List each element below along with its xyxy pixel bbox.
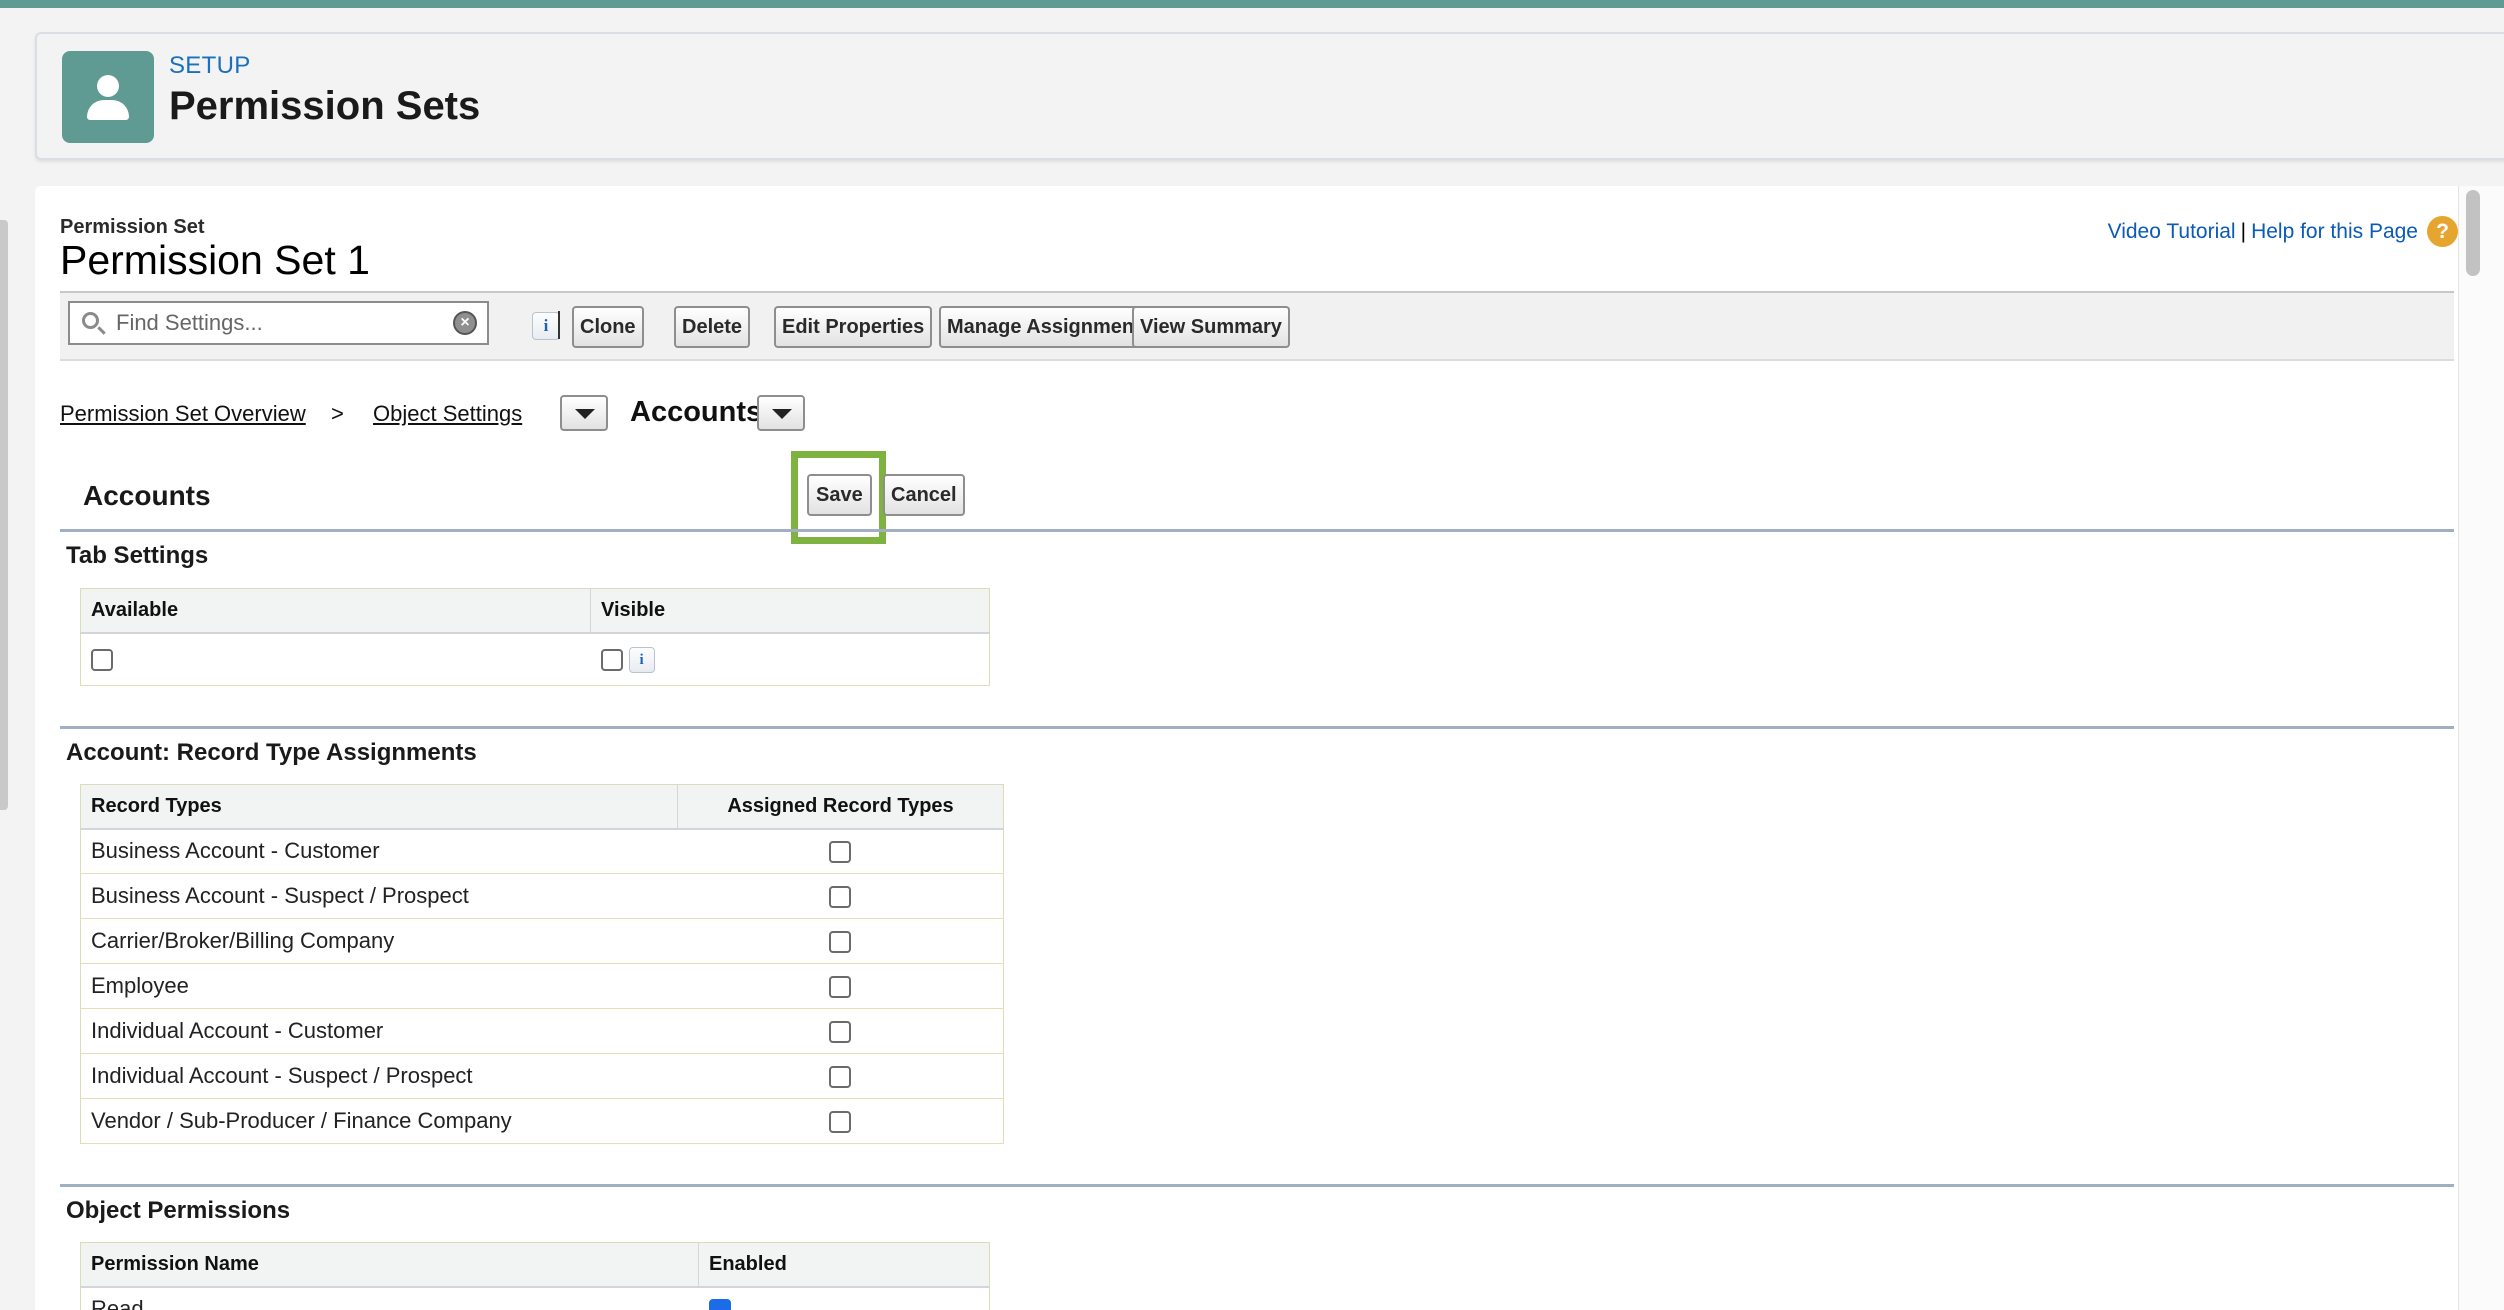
table-row: Employee	[80, 963, 1004, 1009]
scrollbar-thumb[interactable]	[2466, 190, 2480, 276]
setup-header: SETUP Permission Sets	[35, 32, 2504, 160]
tab-settings-title: Tab Settings	[66, 542, 209, 569]
col-assigned-record-types: Assigned Record Types	[677, 784, 1004, 830]
help-separator: |	[2240, 220, 2247, 243]
search-input[interactable]	[116, 306, 446, 340]
col-record-types: Record Types	[80, 784, 678, 830]
view-summary-button[interactable]: View Summary	[1132, 306, 1290, 348]
object-permissions-title: Object Permissions	[66, 1197, 291, 1224]
save-button[interactable]: Save	[807, 474, 872, 516]
help-page-link[interactable]: Help for this Page	[2251, 220, 2418, 243]
scrollbar-track[interactable]	[2458, 186, 2504, 1310]
main-panel: Permission Set Permission Set 1 Video Tu…	[35, 186, 2470, 1310]
edit-properties-button[interactable]: Edit Properties	[774, 306, 933, 348]
table-row: Carrier/Broker/Billing Company	[80, 918, 1004, 964]
assigned-checkbox[interactable]	[829, 1066, 852, 1089]
assigned-checkbox[interactable]	[829, 841, 852, 864]
available-checkbox[interactable]	[91, 649, 113, 672]
table-row: i	[80, 632, 990, 686]
record-type-name: Carrier/Broker/Billing Company	[80, 918, 678, 964]
table-row: Individual Account - Customer	[80, 1008, 1004, 1054]
table-row: Read	[80, 1286, 990, 1310]
video-tutorial-link[interactable]: Video Tutorial	[2108, 220, 2236, 243]
col-permission-name: Permission Name	[80, 1242, 699, 1288]
record-types-table: Record Types Assigned Record Types Busin…	[80, 784, 1004, 1144]
table-row: Vendor / Sub-Producer / Finance Company	[80, 1098, 1004, 1144]
object-settings-dropdown[interactable]	[560, 395, 608, 431]
find-settings-search: ×	[68, 301, 489, 345]
tab-settings-table: Available Visible i	[80, 588, 990, 686]
col-available: Available	[80, 588, 591, 634]
assigned-checkbox[interactable]	[829, 931, 852, 954]
object-permissions-table: Permission Name Enabled Read	[80, 1242, 990, 1310]
record-type-name: Individual Account - Suspect / Prospect	[80, 1053, 678, 1099]
record-type-name: Vendor / Sub-Producer / Finance Company	[80, 1098, 678, 1144]
col-enabled: Enabled	[698, 1242, 990, 1288]
delete-button[interactable]: Delete	[674, 306, 751, 348]
record-types-title: Account: Record Type Assignments	[66, 739, 477, 766]
user-icon	[62, 51, 154, 143]
manage-assignments-button[interactable]: Manage Assignments	[939, 306, 1160, 348]
assigned-checkbox[interactable]	[829, 1111, 852, 1134]
table-row: Individual Account - Suspect / Prospect	[80, 1053, 1004, 1099]
top-accent-bar	[0, 0, 2504, 8]
record-type-name: Business Account - Suspect / Prospect	[80, 873, 678, 919]
assigned-checkbox[interactable]	[829, 976, 852, 999]
visible-checkbox[interactable]	[600, 648, 623, 671]
breadcrumb-current: Accounts	[630, 396, 763, 428]
breadcrumb-object-settings-link[interactable]: Object Settings	[373, 401, 522, 427]
clone-button[interactable]: Clone	[572, 306, 644, 348]
toolbar-divider	[558, 311, 560, 339]
left-edge-handle[interactable]	[0, 220, 8, 810]
cancel-button[interactable]: Cancel	[883, 474, 965, 516]
header-eyebrow: SETUP	[169, 52, 251, 79]
permission-name: Read	[80, 1286, 699, 1310]
section-divider	[60, 529, 2454, 532]
col-visible: Visible	[590, 588, 990, 634]
enabled-checkbox[interactable]	[708, 1299, 731, 1310]
section-title: Accounts	[83, 480, 211, 511]
breadcrumb-overview-link[interactable]: Permission Set Overview	[60, 401, 306, 427]
accounts-dropdown[interactable]	[757, 395, 805, 431]
info-icon[interactable]: i	[532, 312, 560, 340]
page-title: Permission Sets	[169, 84, 481, 128]
assigned-checkbox[interactable]	[829, 1021, 852, 1044]
permission-set-eyebrow: Permission Set	[60, 216, 205, 238]
breadcrumb-arrow: >	[331, 401, 344, 426]
clear-search-icon[interactable]: ×	[453, 311, 477, 335]
section-divider	[60, 1184, 2454, 1187]
permission-set-title: Permission Set 1	[60, 237, 370, 283]
help-links: Video Tutorial | Help for this Page	[2108, 220, 2418, 244]
table-row: Business Account - Customer	[80, 828, 1004, 874]
toolbar: × i Clone Delete Edit Properties Manage …	[60, 291, 2454, 361]
record-type-name: Business Account - Customer	[80, 828, 678, 874]
visible-info-icon[interactable]: i	[628, 646, 655, 673]
table-row: Business Account - Suspect / Prospect	[80, 873, 1004, 919]
search-icon	[82, 312, 99, 329]
help-question-icon[interactable]: ?	[2427, 216, 2458, 247]
section-divider	[60, 726, 2454, 729]
record-type-name: Individual Account - Customer	[80, 1008, 678, 1054]
assigned-checkbox[interactable]	[829, 886, 852, 909]
record-type-name: Employee	[80, 963, 678, 1009]
